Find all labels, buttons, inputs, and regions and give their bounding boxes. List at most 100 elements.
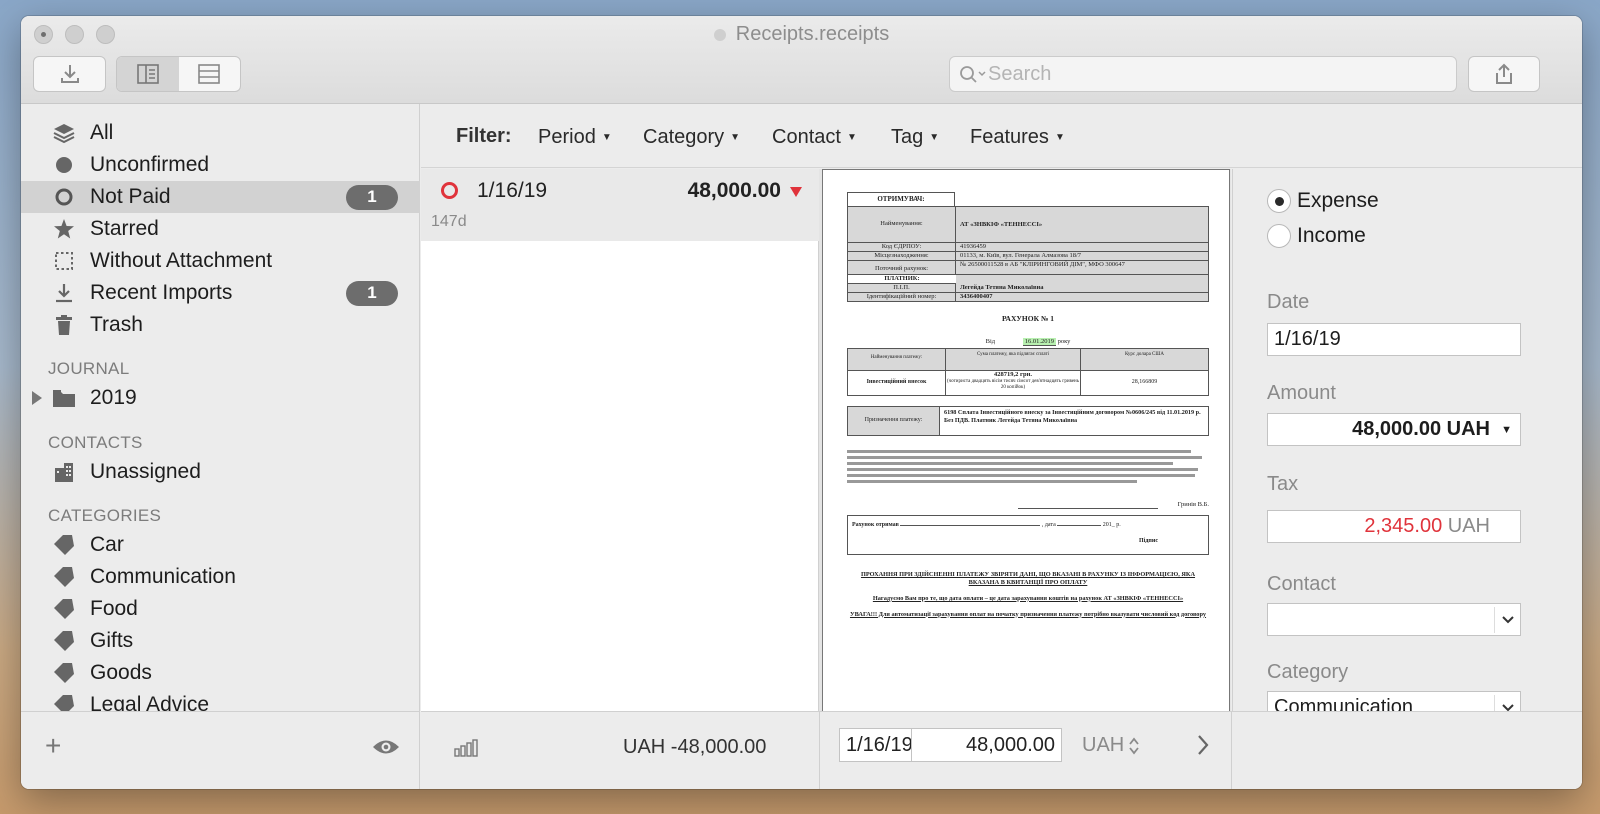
doc-signature-name: Гринів В.Б.	[1177, 500, 1209, 508]
date-field[interactable]: 1/16/19	[1267, 323, 1521, 356]
filled-circle-icon	[52, 153, 76, 177]
doc-pib-value: Легейда Тетяна Миколаївна	[960, 284, 1044, 292]
disclosure-triangle-icon[interactable]	[32, 391, 42, 405]
tax-label: Tax	[1267, 473, 1299, 495]
doc-purpose-value: 6198 Сплата Інвестиційного внеску за Інв…	[944, 408, 1201, 424]
receipt-date: 1/16/19	[477, 179, 548, 202]
sidebar-item-label: Not Paid	[90, 185, 171, 208]
sidebar-item-category-food[interactable]: Food	[21, 593, 420, 625]
tag-icon	[52, 661, 76, 685]
toolbar: Receipts.receipts	[21, 16, 1582, 104]
filter-period-dropdown[interactable]: Period ▼	[538, 126, 612, 149]
search-input[interactable]	[988, 62, 1428, 86]
doc-table-sum: 428719,2 грн.	[994, 370, 1032, 378]
sidebar-item-trash[interactable]: Trash	[21, 309, 420, 341]
filter-features-dropdown[interactable]: Features ▼	[970, 126, 1065, 149]
tag-icon	[52, 597, 76, 621]
sidebar-item-all[interactable]: All	[21, 117, 420, 149]
receipt-amount: 48,000.00	[687, 179, 781, 202]
doc-notice-verify: ПРОХАННЯ ПРИ ЗДІЙСНЕННІ ПЛАТЕЖУ ЗВІРЯТИ …	[860, 571, 1196, 586]
sidebar-item-unconfirmed[interactable]: Unconfirmed	[21, 149, 420, 181]
search-field[interactable]	[949, 56, 1457, 92]
up-down-chevron-icon	[1129, 737, 1139, 754]
sidebar-item-category-car[interactable]: Car	[21, 529, 420, 561]
layers-icon	[52, 121, 76, 145]
sidebar-item-label: Unassigned	[90, 460, 201, 483]
radio-unselected-icon	[1267, 224, 1291, 248]
tax-field[interactable]: 2,345.00 UAH	[1267, 510, 1521, 543]
sidebar-item-label: Gifts	[90, 629, 134, 652]
contact-combobox[interactable]	[1267, 603, 1521, 636]
tag-icon	[52, 565, 76, 589]
caret-down-icon[interactable]: ▼	[1501, 424, 1512, 436]
sidebar-item-unassigned[interactable]: Unassigned	[21, 456, 420, 488]
caret-down-icon: ▼	[601, 132, 612, 144]
caret-down-icon: ▼	[730, 132, 741, 144]
doc-table-col1: Найменування платежу:	[848, 348, 946, 370]
sidebar-item-without-attachment[interactable]: Without Attachment	[21, 245, 420, 277]
doc-received-label: Рахунок отримав	[852, 522, 899, 528]
doc-location-label: Місцезнаходження:	[848, 251, 956, 260]
sidebar-item-category-communication[interactable]: Communication	[21, 561, 420, 593]
doc-recipient-header: ОТРИМУВАЧ:	[847, 192, 955, 206]
doc-location-value: 01133, м. Київ, вул. Генерала Алмазова 1…	[960, 251, 1082, 259]
sidebar-item-category-gifts[interactable]: Gifts	[21, 625, 420, 657]
doc-account-value: № 26500011528 в АБ "КЛІРИНГОВИЙ ДІМ", МФ…	[960, 261, 1125, 268]
doc-pib-label: П.І.П.	[848, 284, 956, 293]
list-item[interactable]: 1/16/19 48,000.00 147d	[421, 169, 819, 241]
add-icon[interactable]: +	[45, 732, 61, 760]
import-button[interactable]	[33, 56, 106, 92]
doc-fine-print	[847, 449, 1209, 483]
sidebar-item-journal-2019[interactable]: 2019	[21, 382, 420, 414]
chevron-right-icon[interactable]	[1196, 733, 1210, 762]
sidebar-item-label: Starred	[90, 217, 159, 240]
caret-down-icon: ▼	[1054, 132, 1065, 144]
sidebar-item-recent-imports[interactable]: Recent Imports 1	[21, 277, 420, 309]
doc-invoice-title: РАХУНОК № 1	[1001, 314, 1055, 324]
filter-category-dropdown[interactable]: Category ▼	[643, 126, 740, 149]
scanned-invoice-page[interactable]: ОТРИМУВАЧ: Найменування: АТ «ЗНВКІФ «ТЕНН…	[822, 169, 1230, 714]
doc-notice-contract-code: УВАГА!!! Для автоматизації зарахування о…	[849, 610, 1207, 618]
sidebar-item-label: Trash	[90, 313, 143, 336]
caret-down-icon: ▼	[929, 132, 940, 144]
doc-received-year: 201_ р.	[1102, 522, 1121, 528]
sidebar-item-label: Food	[90, 597, 138, 620]
chart-icon[interactable]	[454, 739, 478, 762]
quick-entry-date-field[interactable]: 1/16/19	[839, 728, 915, 762]
section-heading-contacts: CONTACTS	[48, 433, 143, 452]
expense-radio[interactable]: Expense	[1267, 189, 1379, 213]
share-button[interactable]	[1468, 56, 1540, 92]
filter-tag-dropdown[interactable]: Tag ▼	[891, 126, 939, 149]
doc-table-col2: Сума платежу, яка підлягає сплаті	[946, 348, 1081, 370]
split-view-button[interactable]	[117, 57, 179, 91]
star-icon	[52, 217, 76, 241]
list-view-button[interactable]	[179, 57, 241, 91]
building-icon	[52, 460, 76, 484]
sidebar-item-starred[interactable]: Starred	[21, 213, 420, 245]
filter-label: Filter:	[456, 125, 512, 147]
sidebar-item-category-goods[interactable]: Goods	[21, 657, 420, 689]
quick-entry-amount-field[interactable]: 48,000.00	[911, 728, 1062, 762]
doc-account-label: Поточний рахунок:	[848, 261, 956, 274]
doc-received-date: , дата	[1041, 522, 1056, 528]
amount-label: Amount	[1267, 382, 1336, 404]
amount-field[interactable]: 48,000.00 UAH ▼	[1267, 413, 1521, 446]
quick-entry-currency-select[interactable]: UAH	[1082, 734, 1140, 757]
window-title: Receipts.receipts	[21, 23, 1582, 46]
sidebar-item-not-paid[interactable]: Not Paid 1	[21, 181, 420, 213]
income-radio[interactable]: Income	[1267, 224, 1366, 248]
doc-table-col3: Курс долара США	[1124, 351, 1165, 357]
count-badge: 1	[346, 184, 398, 210]
tax-amount: 2,345.00	[1364, 515, 1443, 537]
tag-icon	[52, 533, 76, 557]
details-panel: Expense Income Date 1/16/19 Amount 48,00…	[1232, 169, 1582, 724]
list-view-icon	[198, 64, 221, 84]
contact-label: Contact	[1267, 573, 1336, 595]
tax-currency: UAH	[1447, 515, 1490, 537]
filter-contact-dropdown[interactable]: Contact ▼	[772, 126, 857, 149]
search-icon	[960, 66, 986, 83]
eye-icon[interactable]	[372, 738, 400, 761]
chevron-down-icon[interactable]	[1494, 607, 1520, 633]
receipts-list: 1/16/19 48,000.00 147d	[421, 169, 819, 711]
sidebar-item-label: All	[90, 121, 114, 144]
